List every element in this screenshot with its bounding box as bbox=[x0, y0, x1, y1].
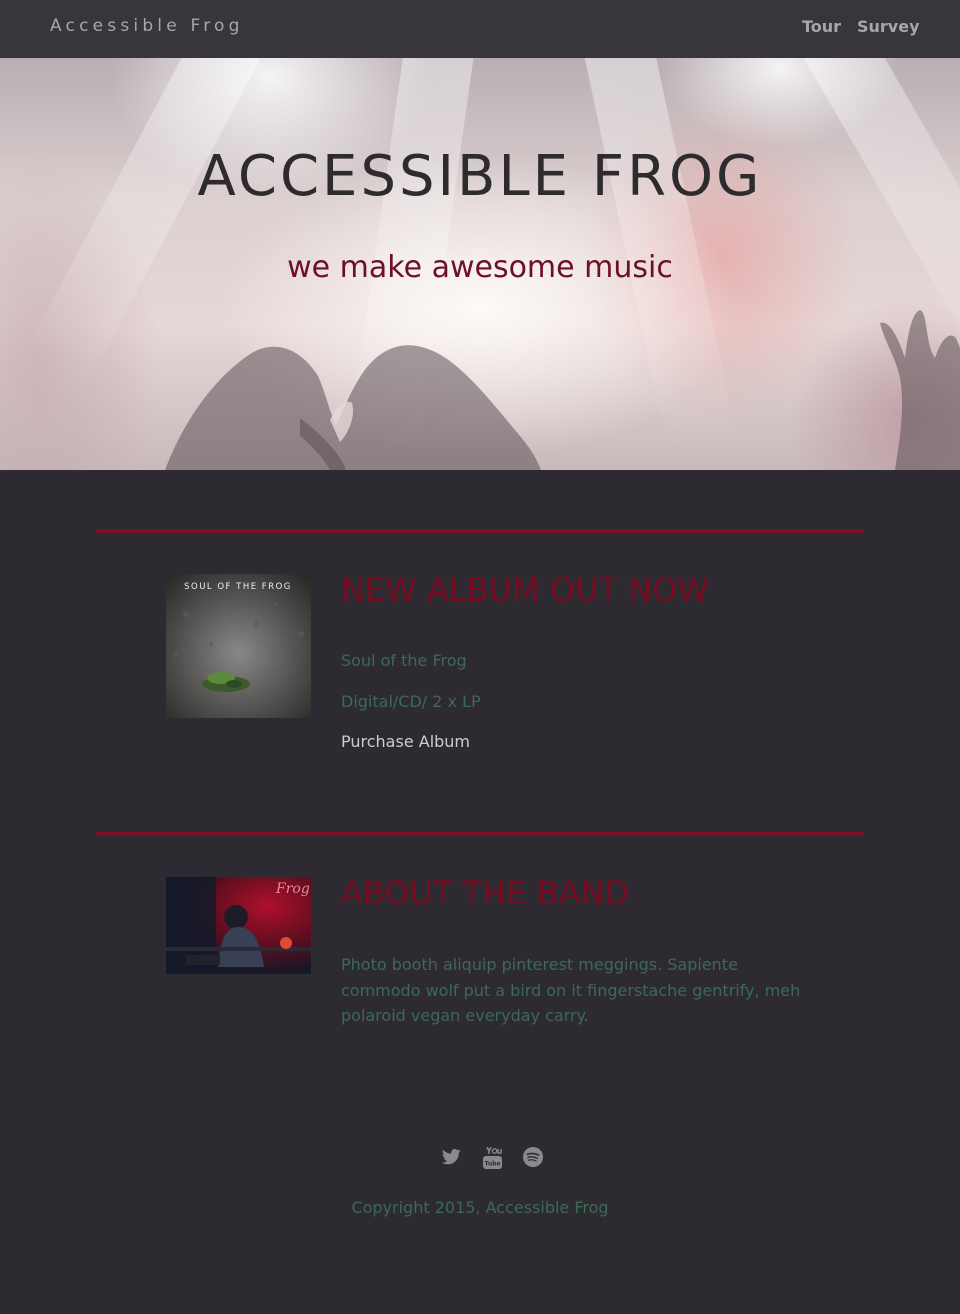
album-cover-image: SOUL OF THE FROG bbox=[166, 574, 311, 718]
purchase-album-link[interactable]: Purchase Album bbox=[341, 732, 470, 751]
band-photo-image: Frog bbox=[166, 877, 311, 974]
top-navbar: Accessible Frog Tour Survey bbox=[0, 0, 960, 58]
album-heading: NEW ALBUM OUT NOW bbox=[341, 571, 709, 609]
album-formats: Digital/CD/ 2 x LP bbox=[341, 692, 481, 711]
hero-banner: ACCESSIBLE FROG we make awesome music bbox=[0, 58, 960, 470]
section-divider bbox=[96, 529, 864, 533]
spotify-icon[interactable] bbox=[523, 1147, 543, 1171]
svg-text:Tube: Tube bbox=[484, 1161, 500, 1168]
band-photo-text: Frog bbox=[275, 881, 310, 897]
about-body: Photo booth aliquip pinterest meggings. … bbox=[341, 955, 801, 1025]
section-divider bbox=[96, 832, 864, 836]
twitter-icon[interactable] bbox=[441, 1147, 462, 1171]
hero-subtitle: we make awesome music bbox=[287, 250, 673, 285]
nav-link-survey[interactable]: Survey bbox=[857, 17, 920, 36]
hero-title: ACCESSIBLE FROG bbox=[197, 144, 763, 209]
copyright-text: Copyright 2015, Accessible Frog bbox=[351, 1198, 609, 1217]
album-cover-text: SOUL OF THE FROG bbox=[184, 582, 292, 592]
nav-link-tour[interactable]: Tour bbox=[802, 17, 841, 36]
brand-link[interactable]: Accessible Frog bbox=[50, 16, 244, 36]
youtube-icon[interactable]: Tube bbox=[483, 1146, 502, 1173]
album-name: Soul of the Frog bbox=[341, 651, 467, 670]
about-heading: ABOUT THE BAND bbox=[341, 874, 630, 912]
